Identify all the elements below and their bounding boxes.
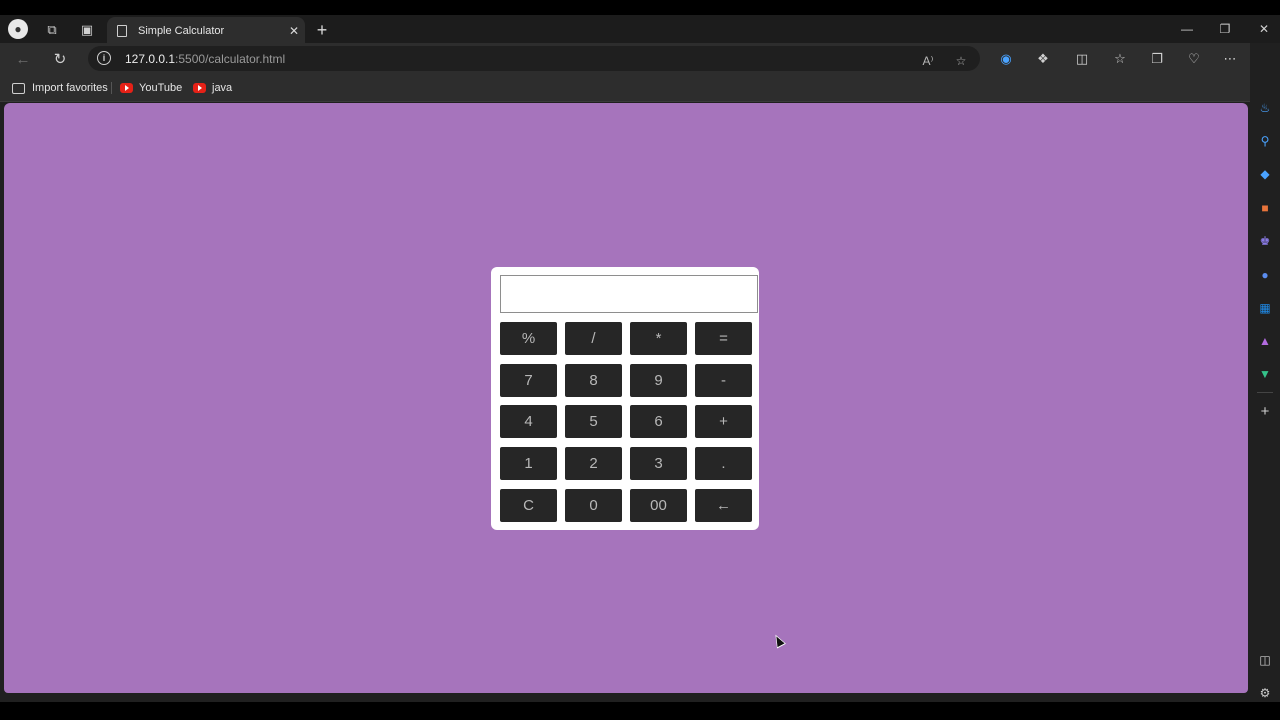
key-digit-4-button[interactable]: 4 [500,405,557,438]
favorite-star-icon[interactable]: ☆ [950,50,972,72]
toolbar: ← ↻ i 127.0.0.1:5500/calculator.html A⁾ … [0,43,1280,74]
key-digit-3-button[interactable]: 3 [630,447,687,480]
key-plus-button[interactable]: + [695,405,752,438]
key-backspace-button[interactable]: ← [695,489,752,522]
outlook-icon[interactable]: ▦ [1257,300,1273,316]
import-icon [12,82,25,94]
key-digit-2-button[interactable]: 2 [565,447,622,480]
letterbox-bottom [0,702,1280,720]
tab-simple-calculator[interactable]: Simple Calculator ✕ [107,17,305,45]
address-bar[interactable]: i 127.0.0.1:5500/calculator.html A⁾ ☆ [88,46,980,71]
tools-icon[interactable]: ■ [1257,200,1273,216]
tab-actions-icon[interactable]: ▣ [76,19,98,41]
key-digit-1-button[interactable]: 1 [500,447,557,480]
bookmark-import-favorites[interactable]: Import favorites [12,80,108,96]
profile-icon[interactable]: ● [8,19,28,39]
calculator-display[interactable] [500,275,758,313]
key-multiply-button[interactable]: * [630,322,687,355]
browser-essentials-icon[interactable]: ♡ [1182,47,1206,71]
favorites-icon[interactable]: ☆ [1108,47,1132,71]
key-digit-7-button[interactable]: 7 [500,364,557,397]
add-sidebar-app-icon[interactable]: + [1257,403,1273,420]
shopping-tag-icon[interactable]: ◆ [1257,166,1273,182]
search-icon[interactable]: ⚲ [1257,133,1273,149]
bookmark-divider [111,82,112,94]
key-decimal-button[interactable]: . [695,447,752,480]
site-info-icon[interactable]: i [97,51,111,65]
drop-icon[interactable]: ▼ [1257,366,1273,382]
hide-sidebar-icon[interactable]: ◫ [1257,652,1273,668]
page-icon [117,25,127,37]
browser-window: ● ⧉ ▣ Simple Calculator ✕ + — ❐ ✕ ← ↻ i … [0,15,1280,702]
bookmark-java[interactable]: java [193,80,232,96]
m365-icon[interactable]: ● [1257,267,1273,283]
url-host: 127.0.0.1 [125,52,176,66]
key-digit-5-button[interactable]: 5 [565,405,622,438]
url-text: 127.0.0.1:5500/calculator.html [125,52,285,66]
close-window-icon[interactable]: ✕ [1245,15,1280,43]
more-menu-icon[interactable]: ⋯ [1218,47,1242,71]
bookmark-label: YouTube [139,82,183,94]
key-equals-button[interactable]: = [695,322,752,355]
extensions-icon[interactable]: ❖ [1031,47,1055,71]
bookmark-label: java [212,82,233,94]
notification-bell-icon[interactable]: ♨ [1257,100,1273,116]
close-tab-icon[interactable]: ✕ [283,24,305,38]
refresh-icon[interactable]: ↻ [48,47,72,71]
split-screen-icon[interactable]: ◫ [1070,47,1094,71]
edge-sidebar: ♨ ⚲ ◆ ■ ♚ ● ▦ ▲ ▼ + ◫ ⚙ [1250,43,1280,702]
read-aloud-icon[interactable]: A⁾ [917,50,939,72]
collections-icon[interactable]: ❐ [1145,47,1169,71]
url-path: :5500/calculator.html [175,52,286,66]
copilot-shield-icon[interactable]: ◉ [994,47,1018,71]
key-digit-9-button[interactable]: 9 [630,364,687,397]
key-percent-button[interactable]: % [500,322,557,355]
workspaces-icon[interactable]: ⧉ [41,19,63,41]
sidebar-settings-icon[interactable]: ⚙ [1257,685,1273,701]
key-divide-button[interactable]: / [565,322,622,355]
key-minus-button[interactable]: - [695,364,752,397]
bookmark-youtube[interactable]: YouTube [120,80,182,96]
tab-title: Simple Calculator [138,25,225,37]
sidebar-divider [1257,392,1273,393]
key-double-zero-button[interactable]: 00 [630,489,687,522]
restore-icon[interactable]: ❐ [1206,15,1244,43]
designer-icon[interactable]: ▲ [1257,333,1273,349]
bookmarks-bar: Import favorites YouTube java [0,74,1280,102]
youtube-icon [193,83,206,93]
key-digit-8-button[interactable]: 8 [565,364,622,397]
minimize-icon[interactable]: — [1168,15,1206,43]
key-digit-0-button[interactable]: 0 [565,489,622,522]
letterbox-top [0,0,1280,15]
games-icon[interactable]: ♚ [1257,233,1273,249]
calculator: % / * = 7 8 9-4 5 6 +1 2 3. C 0 00 ← [491,267,759,530]
page-viewport: % / * = 7 8 9-4 5 6 +1 2 3. C 0 00 ← [4,103,1248,693]
tab-strip: ● ⧉ ▣ Simple Calculator ✕ + — ❐ ✕ [0,15,1280,45]
back-icon[interactable]: ← [11,47,35,71]
new-tab-icon[interactable]: + [311,19,333,41]
youtube-icon [120,83,133,93]
key-clear-button[interactable]: C [500,489,557,522]
key-digit-6-button[interactable]: 6 [630,405,687,438]
bookmark-label: Import favorites [32,82,108,94]
